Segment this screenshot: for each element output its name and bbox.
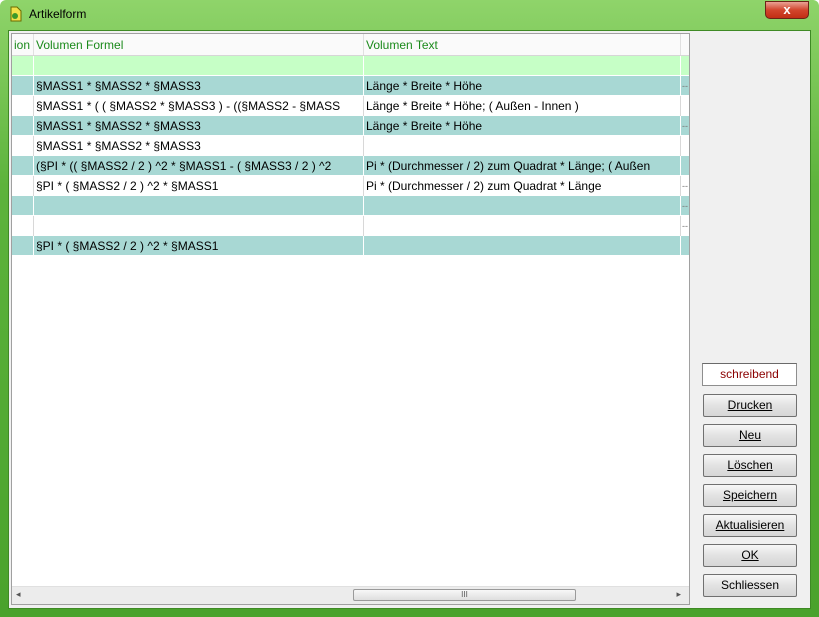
drucken-button[interactable]: Drucken <box>703 394 797 417</box>
row-selector-cell[interactable] <box>12 176 34 196</box>
scroll-thumb[interactable]: III <box>353 589 576 601</box>
formula-cell[interactable]: (§PI * (( §MASS2 / 2 ) ^2 * §MASS1 - ( §… <box>34 156 364 176</box>
extra-cell[interactable]: -- <box>681 216 689 236</box>
app-icon <box>10 6 22 22</box>
application-window: Artikelform x ion Volumen Formel Volumen… <box>0 0 819 617</box>
table-row[interactable]: §MASS1 * ( ( §MASS2 * §MASS3 ) - ((§MASS… <box>12 96 689 116</box>
loeschen-button-label: Löschen <box>727 458 773 472</box>
text-cell[interactable]: Länge * Breite * Höhe; ( Außen - Innen ) <box>364 96 681 116</box>
schliessen-button-label: Schliessen <box>720 578 780 592</box>
loeschen-button[interactable]: Löschen <box>703 454 797 477</box>
text-cell[interactable] <box>364 236 681 256</box>
column-header-ion[interactable]: ion <box>12 34 34 55</box>
data-grid[interactable]: ion Volumen Formel Volumen Text §MASS1 *… <box>11 33 690 605</box>
row-selector-cell[interactable] <box>12 196 34 216</box>
table-row[interactable]: -- <box>12 196 689 216</box>
table-row[interactable]: -- <box>12 216 689 236</box>
grid-header: ion Volumen Formel Volumen Text <box>12 34 689 56</box>
extra-cell[interactable] <box>681 96 689 116</box>
extra-cell[interactable] <box>681 56 689 76</box>
extra-cell[interactable] <box>681 156 689 176</box>
extra-cell[interactable] <box>681 136 689 156</box>
text-cell[interactable] <box>364 56 681 76</box>
formula-cell[interactable] <box>34 196 364 216</box>
speichern-button-label: Speichern <box>722 488 778 502</box>
row-selector-cell[interactable] <box>12 236 34 256</box>
formula-cell[interactable]: §MASS1 * ( ( §MASS2 * §MASS3 ) - ((§MASS… <box>34 96 364 116</box>
neu-button[interactable]: Neu <box>703 424 797 447</box>
formula-cell[interactable] <box>34 56 364 76</box>
text-cell[interactable] <box>364 196 681 216</box>
row-selector-cell[interactable] <box>12 56 34 76</box>
column-header-volumen-formel[interactable]: Volumen Formel <box>34 34 364 55</box>
table-row[interactable]: §MASS1 * §MASS2 * §MASS3 <box>12 136 689 156</box>
formula-cell[interactable]: §PI * ( §MASS2 / 2 ) ^2 * §MASS1 <box>34 236 364 256</box>
extra-cell[interactable]: -- <box>681 76 689 96</box>
formula-cell[interactable]: §MASS1 * §MASS2 * §MASS3 <box>34 76 364 96</box>
row-selector-cell[interactable] <box>12 76 34 96</box>
text-cell[interactable]: Pi * (Durchmesser / 2) zum Quadrat * Län… <box>364 176 681 196</box>
extra-cell[interactable] <box>681 236 689 256</box>
formula-cell[interactable]: §MASS1 * §MASS2 * §MASS3 <box>34 116 364 136</box>
column-header-volumen-text[interactable]: Volumen Text <box>364 34 681 55</box>
text-cell[interactable]: Pi * (Durchmesser / 2) zum Quadrat * Län… <box>364 156 681 176</box>
drucken-button-label: Drucken <box>727 398 773 412</box>
ok-button[interactable]: OK <box>703 544 797 567</box>
horizontal-scrollbar[interactable]: ◂ III ▸ <box>12 586 689 604</box>
table-row[interactable]: §PI * ( §MASS2 / 2 ) ^2 * §MASS1 Pi * (Du… <box>12 176 689 196</box>
text-cell[interactable]: Länge * Breite * Höhe <box>364 116 681 136</box>
extra-cell[interactable]: -- <box>681 176 689 196</box>
close-button[interactable]: x <box>765 1 809 19</box>
row-selector-cell[interactable] <box>12 156 34 176</box>
window-title: Artikelform <box>29 7 87 21</box>
table-row[interactable] <box>12 56 689 76</box>
scroll-right-arrow-icon[interactable]: ▸ <box>676 589 681 600</box>
title-bar[interactable]: Artikelform x <box>0 0 819 28</box>
formula-cell[interactable]: §MASS1 * §MASS2 * §MASS3 <box>34 136 364 156</box>
ok-button-label: OK <box>741 548 759 562</box>
row-selector-cell[interactable] <box>12 116 34 136</box>
table-row[interactable]: (§PI * (( §MASS2 / 2 ) ^2 * §MASS1 - ( §… <box>12 156 689 176</box>
status-field: schreibend <box>702 363 797 386</box>
scroll-left-arrow-icon[interactable]: ◂ <box>16 589 21 600</box>
text-cell[interactable] <box>364 136 681 156</box>
extra-cell[interactable]: -- <box>681 116 689 136</box>
formula-cell[interactable]: §PI * ( §MASS2 / 2 ) ^2 * §MASS1 <box>34 176 364 196</box>
formula-cell[interactable] <box>34 216 364 236</box>
table-row[interactable]: §MASS1 * §MASS2 * §MASS3 Länge * Breite *… <box>12 76 689 96</box>
schliessen-button[interactable]: Schliessen <box>703 574 797 597</box>
aktualisieren-button[interactable]: Aktualisieren <box>703 514 797 537</box>
aktualisieren-button-label: Aktualisieren <box>715 518 785 532</box>
speichern-button[interactable]: Speichern <box>703 484 797 507</box>
text-cell[interactable]: Länge * Breite * Höhe <box>364 76 681 96</box>
text-cell[interactable] <box>364 216 681 236</box>
row-selector-cell[interactable] <box>12 216 34 236</box>
table-row[interactable]: §MASS1 * §MASS2 * §MASS3 Länge * Breite *… <box>12 116 689 136</box>
table-row[interactable]: §PI * ( §MASS2 / 2 ) ^2 * §MASS1 <box>12 236 689 256</box>
row-selector-cell[interactable] <box>12 136 34 156</box>
extra-cell[interactable]: -- <box>681 196 689 216</box>
neu-button-label: Neu <box>738 428 761 442</box>
row-selector-cell[interactable] <box>12 96 34 116</box>
